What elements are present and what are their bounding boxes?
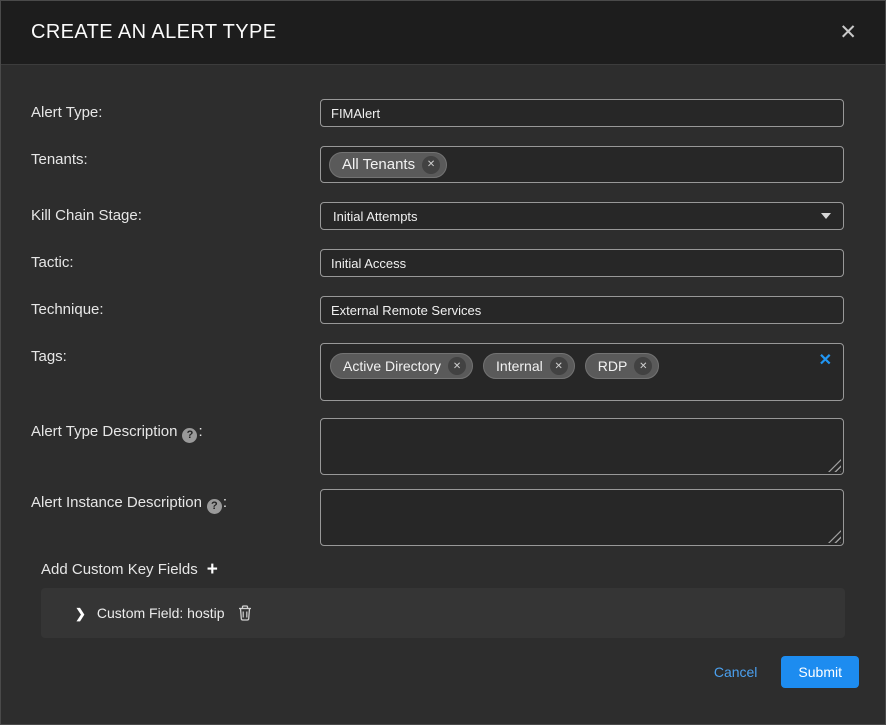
- tactic-label: Tactic:: [31, 249, 320, 277]
- tag-chip-label: Active Directory: [343, 358, 441, 374]
- tenant-chip-label: All Tenants: [342, 156, 415, 173]
- alert-instance-description-control: [320, 489, 844, 546]
- tag-chip: Internal ✕: [483, 353, 575, 379]
- kill-chain-stage-value: Initial Attempts: [333, 209, 418, 224]
- alert-type-input[interactable]: [320, 99, 844, 127]
- tenant-chip: All Tenants ✕: [329, 152, 447, 178]
- tag-chip-remove-icon[interactable]: ✕: [448, 357, 466, 375]
- help-icon[interactable]: ?: [182, 428, 197, 443]
- tags-field[interactable]: Active Directory ✕ Internal ✕ RDP ✕: [320, 343, 844, 401]
- tags-label: Tags:: [31, 343, 320, 401]
- cancel-button[interactable]: Cancel: [714, 664, 758, 680]
- tag-chip-remove-icon[interactable]: ✕: [634, 357, 652, 375]
- tag-chip: RDP ✕: [585, 353, 660, 379]
- alert-type-control: [320, 99, 844, 127]
- tag-chip: Active Directory ✕: [330, 353, 473, 379]
- add-custom-field-icon[interactable]: +: [207, 560, 218, 579]
- form-row-alert-type-description: Alert Type Description?:: [1, 418, 885, 475]
- kill-chain-stage-select[interactable]: Initial Attempts: [320, 202, 844, 230]
- tenants-label: Tenants:: [31, 146, 320, 183]
- create-alert-type-modal: CREATE AN ALERT TYPE ✕ Alert Type: Tenan…: [0, 0, 886, 725]
- chevron-right-icon: ❯: [75, 607, 86, 620]
- chevron-down-icon: [821, 213, 831, 219]
- alert-type-description-label: Alert Type Description?:: [31, 418, 320, 475]
- alert-instance-description-textarea[interactable]: [320, 489, 844, 546]
- modal-body: Alert Type: Tenants: All Tenants ✕ Kill …: [1, 65, 885, 688]
- kill-chain-stage-control: Initial Attempts: [320, 202, 844, 230]
- technique-input[interactable]: [320, 296, 844, 324]
- custom-field-row-hostip[interactable]: ❯ Custom Field: hostip: [41, 588, 845, 638]
- trash-icon[interactable]: [238, 605, 252, 621]
- tags-control: Active Directory ✕ Internal ✕ RDP ✕ ✕: [320, 343, 844, 401]
- alert-instance-description-label: Alert Instance Description?:: [31, 489, 320, 546]
- alert-type-description-control: [320, 418, 844, 475]
- clear-tags-icon[interactable]: ✕: [819, 353, 832, 369]
- form-row-alert-instance-description: Alert Instance Description?:: [1, 489, 885, 546]
- close-icon[interactable]: ✕: [839, 22, 857, 43]
- modal-header: CREATE AN ALERT TYPE ✕: [1, 1, 885, 65]
- modal-title: CREATE AN ALERT TYPE: [31, 21, 277, 44]
- submit-button[interactable]: Submit: [781, 656, 859, 688]
- form-row-technique: Technique:: [1, 296, 885, 324]
- tag-chip-label: Internal: [496, 358, 543, 374]
- form-row-tenants: Tenants: All Tenants ✕: [1, 146, 885, 183]
- tenant-chip-remove-icon[interactable]: ✕: [422, 156, 440, 174]
- tactic-input[interactable]: [320, 249, 844, 277]
- form-row-tags: Tags: Active Directory ✕ Internal ✕ RDP …: [1, 343, 885, 401]
- alert-instance-description-label-text: Alert Instance Description: [31, 494, 202, 511]
- tag-chip-label: RDP: [598, 358, 628, 374]
- tactic-control: [320, 249, 844, 277]
- alert-type-description-label-text: Alert Type Description: [31, 423, 177, 440]
- alert-type-label: Alert Type:: [31, 99, 320, 127]
- tenants-control: All Tenants ✕: [320, 146, 844, 183]
- alert-instance-description-colon: :: [223, 494, 227, 511]
- form-row-kill-chain-stage: Kill Chain Stage: Initial Attempts: [1, 202, 885, 230]
- add-custom-key-fields-heading: Add Custom Key Fields +: [1, 560, 885, 579]
- alert-type-description-colon: :: [198, 423, 202, 440]
- tenants-field[interactable]: All Tenants ✕: [320, 146, 844, 183]
- technique-control: [320, 296, 844, 324]
- technique-label: Technique:: [31, 296, 320, 324]
- kill-chain-stage-label: Kill Chain Stage:: [31, 202, 320, 230]
- custom-field-label: Custom Field: hostip: [97, 605, 225, 621]
- form-row-alert-type: Alert Type:: [1, 99, 885, 127]
- form-row-tactic: Tactic:: [1, 249, 885, 277]
- help-icon[interactable]: ?: [207, 499, 222, 514]
- tag-chip-remove-icon[interactable]: ✕: [550, 357, 568, 375]
- alert-type-description-textarea[interactable]: [320, 418, 844, 475]
- modal-footer: Cancel Submit: [1, 656, 885, 688]
- add-custom-key-fields-label: Add Custom Key Fields: [41, 561, 198, 578]
